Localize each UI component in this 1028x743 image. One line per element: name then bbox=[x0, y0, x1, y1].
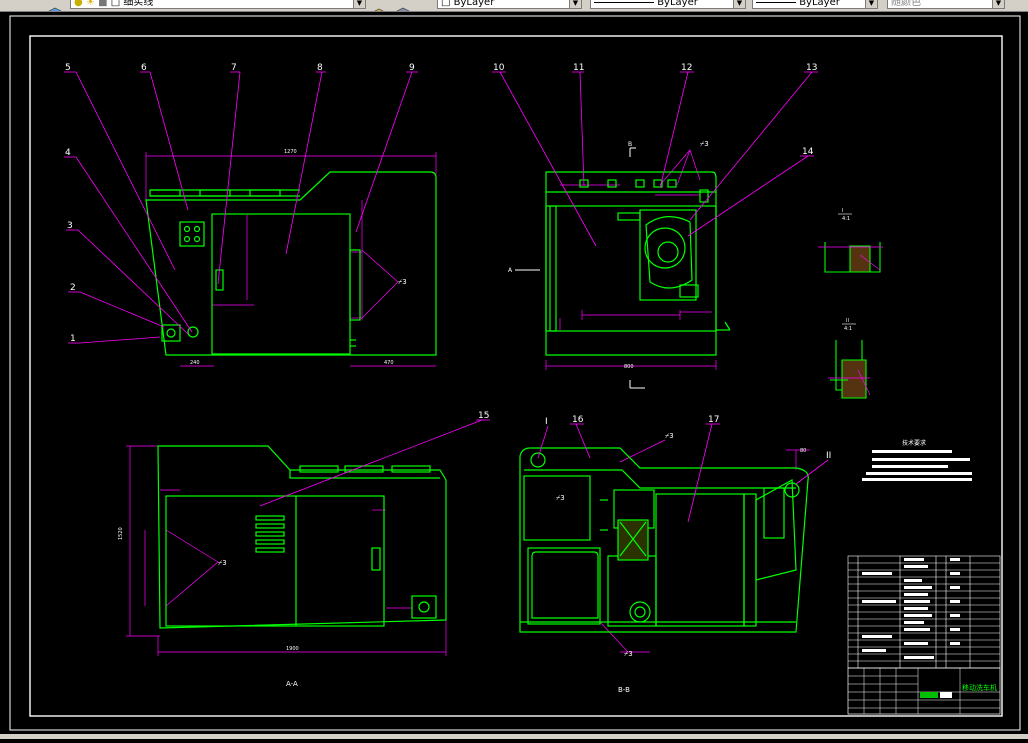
color-combo[interactable]: □ ByLayer ▼ bbox=[437, 0, 582, 9]
chevron-down-icon[interactable]: ▼ bbox=[733, 0, 745, 8]
properties-toolbar: ● ☀ ■ □ 细实线 ▼ □ ByLayer ▼ ByLayer ▼ ByLa… bbox=[0, 0, 1028, 12]
svg-text:II: II bbox=[846, 318, 849, 324]
make-current-layer-icon[interactable] bbox=[372, 0, 384, 11]
svg-text:4:1: 4:1 bbox=[844, 326, 852, 332]
balloon-10: 10 bbox=[493, 63, 505, 73]
balloon-1: 1 bbox=[70, 334, 76, 344]
bulb-icon: ● bbox=[74, 0, 83, 8]
balloon-5: 5 bbox=[65, 63, 71, 73]
linetype-sample bbox=[594, 1, 654, 3]
linetype-combo[interactable]: ByLayer ▼ bbox=[590, 0, 746, 9]
svg-text:⌿3: ⌿3 bbox=[218, 559, 227, 567]
balloon-16: 16 bbox=[572, 415, 584, 425]
balloon-12: 12 bbox=[681, 63, 692, 73]
balloon-11: 11 bbox=[573, 63, 584, 73]
drawing-canvas[interactable]: 1270 470 240 ⌿3 A B 800 ⌿3 Ⅰ 4:1 II 4:1 … bbox=[0, 12, 1028, 739]
balloon-8: 8 bbox=[317, 63, 323, 73]
plotstyle-combo[interactable]: 随颜色 ▼ bbox=[887, 0, 1005, 9]
parts-list-fills bbox=[862, 558, 960, 659]
side-view: A B 800 ⌿3 bbox=[508, 140, 731, 389]
chevron-down-icon[interactable]: ▼ bbox=[865, 0, 877, 8]
svg-text:⌿3: ⌿3 bbox=[665, 432, 674, 440]
svg-text:A: A bbox=[508, 267, 513, 274]
color-value: ByLayer bbox=[453, 0, 495, 8]
svg-text:470: 470 bbox=[384, 360, 394, 366]
lineweight-value: ByLayer bbox=[799, 0, 840, 8]
svg-text:⌿3: ⌿3 bbox=[398, 278, 407, 286]
title-block: 移动洗车机 bbox=[847, 667, 1001, 715]
view-aa: 1520 1900 ⌿3 A-A bbox=[118, 445, 447, 688]
outer-frame bbox=[9, 15, 1021, 731]
layer-color-swatch: □ bbox=[110, 0, 121, 8]
color-swatch: □ bbox=[441, 0, 454, 8]
balloon-14: 14 bbox=[802, 147, 814, 157]
front-view: 1270 470 240 ⌿3 bbox=[145, 149, 437, 367]
detail-sections: Ⅰ 4:1 II 4:1 bbox=[818, 208, 883, 399]
lineweight-sample bbox=[756, 1, 796, 3]
svg-text:⌿3: ⌿3 bbox=[624, 650, 633, 658]
view-bb: 80 ⌿3 ⌿3 ⌿3 B-B bbox=[519, 432, 810, 694]
balloon-2: 2 bbox=[70, 283, 76, 293]
status-bar bbox=[0, 734, 1028, 739]
chevron-down-icon[interactable]: ▼ bbox=[569, 0, 581, 8]
layer-previous-icon[interactable] bbox=[396, 0, 410, 11]
svg-text:⌿3: ⌿3 bbox=[700, 140, 709, 148]
layer-name: 细实线 bbox=[123, 0, 154, 8]
svg-text:800: 800 bbox=[624, 364, 634, 370]
technical-requirements: 技术要求 bbox=[862, 439, 972, 481]
layer-combo[interactable]: ● ☀ ■ □ 细实线 ▼ bbox=[70, 0, 366, 9]
svg-text:240: 240 bbox=[190, 360, 200, 366]
layer-manager-icon[interactable] bbox=[48, 0, 62, 11]
chevron-down-icon[interactable]: ▼ bbox=[992, 0, 1004, 8]
svg-text:A-A: A-A bbox=[286, 680, 298, 688]
balloon-detail-i: I bbox=[545, 417, 548, 427]
svg-text:B: B bbox=[628, 141, 632, 148]
svg-text:移动洗车机: 移动洗车机 bbox=[962, 683, 997, 692]
chevron-down-icon[interactable]: ▼ bbox=[353, 0, 365, 8]
svg-text:1900: 1900 bbox=[286, 646, 299, 652]
leader-lines bbox=[64, 71, 829, 523]
svg-text:B-B: B-B bbox=[618, 686, 630, 694]
svg-text:4:1: 4:1 bbox=[842, 216, 850, 222]
svg-text:⌿3: ⌿3 bbox=[556, 494, 565, 502]
balloon-7: 7 bbox=[231, 63, 237, 73]
balloon-15: 15 bbox=[478, 411, 489, 421]
balloon-17: 17 bbox=[708, 415, 719, 425]
balloon-9: 9 bbox=[409, 63, 415, 73]
lock-icon: ■ bbox=[98, 0, 108, 8]
svg-text:Ⅰ: Ⅰ bbox=[842, 208, 843, 214]
svg-text:1270: 1270 bbox=[284, 149, 297, 155]
balloon-4: 4 bbox=[65, 148, 71, 158]
lineweight-combo[interactable]: ByLayer ▼ bbox=[752, 0, 878, 9]
balloon-3: 3 bbox=[67, 221, 73, 231]
svg-text:80: 80 bbox=[800, 448, 806, 454]
svg-text:1520: 1520 bbox=[118, 527, 124, 540]
svg-text:技术要求: 技术要求 bbox=[902, 439, 926, 447]
balloon-13: 13 bbox=[806, 63, 817, 73]
linetype-value: ByLayer bbox=[657, 0, 698, 8]
balloon-detail-ii: II bbox=[826, 451, 831, 461]
plotstyle-value: 随颜色 bbox=[891, 0, 921, 8]
balloon-6: 6 bbox=[141, 63, 147, 73]
sun-icon: ☀ bbox=[85, 0, 95, 8]
